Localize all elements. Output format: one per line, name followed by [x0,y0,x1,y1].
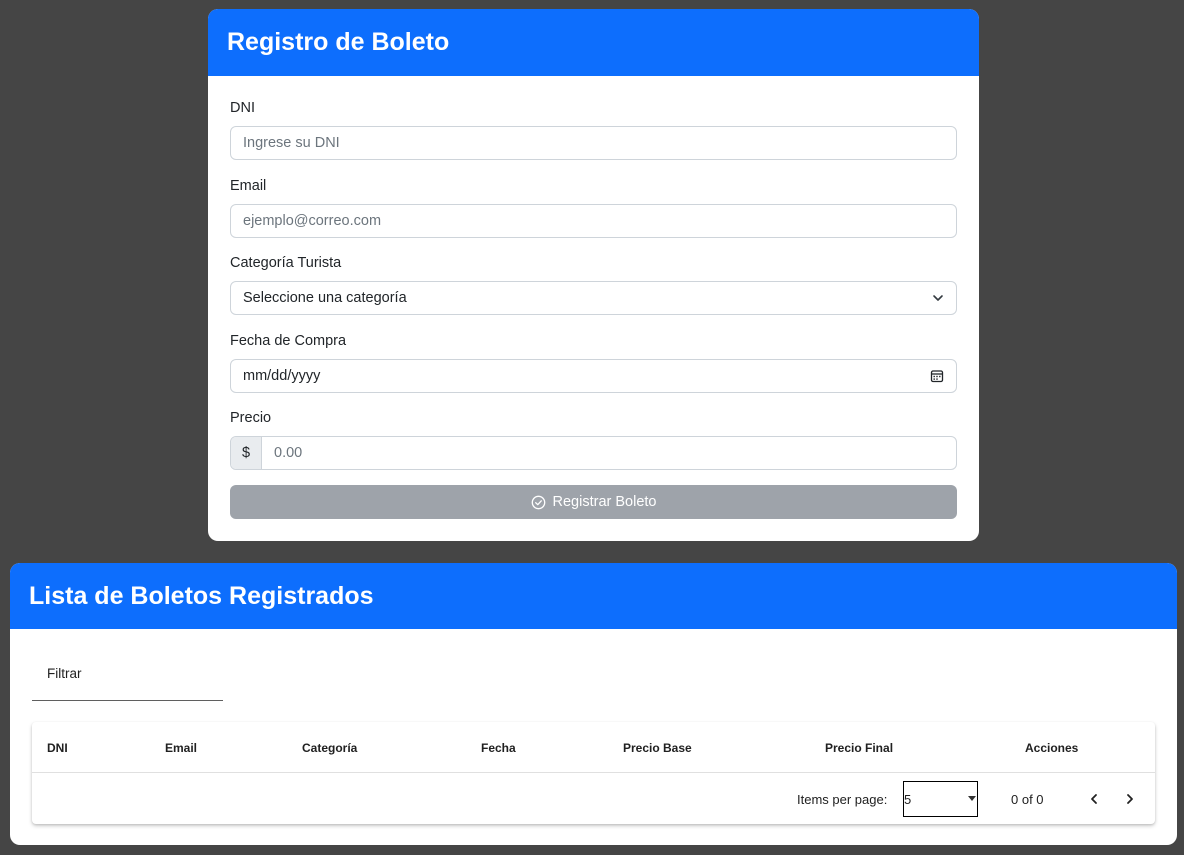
register-ticket-label: Registrar Boleto [552,494,657,510]
category-label: Categoría Turista [230,255,342,271]
list-header: Lista de Boletos Registrados [10,563,1177,629]
column-header-date[interactable]: Fecha [481,722,516,773]
check-circle-icon [531,495,546,510]
date-input[interactable]: mm/dd/yyyy [230,359,957,393]
date-value: mm/dd/yyyy [243,368,321,384]
paginator: Items per page: 5 0 of 0 [32,774,1155,824]
registration-title: Registro de Boleto [227,28,450,56]
currency-addon: $ [231,437,262,469]
list-title: Lista de Boletos Registrados [29,581,374,610]
caret-down-icon [968,796,976,801]
column-header-base-price[interactable]: Precio Base [623,722,692,773]
chevron-down-icon [932,292,944,304]
email-input[interactable]: ejemplo@correo.com [230,204,957,238]
page-size-value: 5 [904,792,912,807]
tickets-table: DNI Email Categoría Fecha Precio Base Pr… [32,722,1155,824]
price-input-group: $ 0.00 [230,436,957,470]
date-label: Fecha de Compra [230,333,347,349]
chevron-right-icon [1124,793,1136,805]
calendar-icon[interactable] [930,369,944,383]
table-header-row: DNI Email Categoría Fecha Precio Base Pr… [32,722,1155,773]
next-page-button[interactable] [1118,787,1142,811]
column-header-actions: Acciones [1025,740,1079,755]
email-placeholder: ejemplo@correo.com [243,213,382,229]
page-size-select[interactable]: 5 [903,781,978,817]
dni-placeholder: Ingrese su DNI [243,135,340,151]
register-ticket-button[interactable]: Registrar Boleto [230,485,957,519]
email-label: Email [230,178,267,194]
column-header-dni[interactable]: DNI [47,722,68,773]
previous-page-button[interactable] [1082,787,1106,811]
chevron-left-icon [1088,793,1100,805]
price-placeholder: 0.00 [274,445,303,461]
filter-label: Filtrar [47,666,82,681]
dni-label: DNI [230,100,255,116]
tickets-list-card: Lista de Boletos Registrados Filtrar DNI… [10,563,1177,845]
price-label: Precio [230,410,272,426]
column-header-email[interactable]: Email [165,722,197,773]
dni-input[interactable]: Ingrese su DNI [230,126,957,160]
column-header-category[interactable]: Categoría [302,722,357,773]
category-selected-value: Seleccione una categoría [243,290,407,306]
filter-input[interactable]: Filtrar [32,666,223,701]
registration-card: Registro de Boleto DNI Ingrese su DNI Em… [208,9,979,541]
price-input[interactable]: 0.00 [262,437,956,469]
column-header-final-price[interactable]: Precio Final [825,722,893,773]
category-select[interactable]: Seleccione una categoría [230,281,957,315]
registration-header: Registro de Boleto [208,9,979,76]
items-per-page-label: Items per page: [797,792,888,807]
page-range-label: 0 of 0 [1011,792,1044,807]
